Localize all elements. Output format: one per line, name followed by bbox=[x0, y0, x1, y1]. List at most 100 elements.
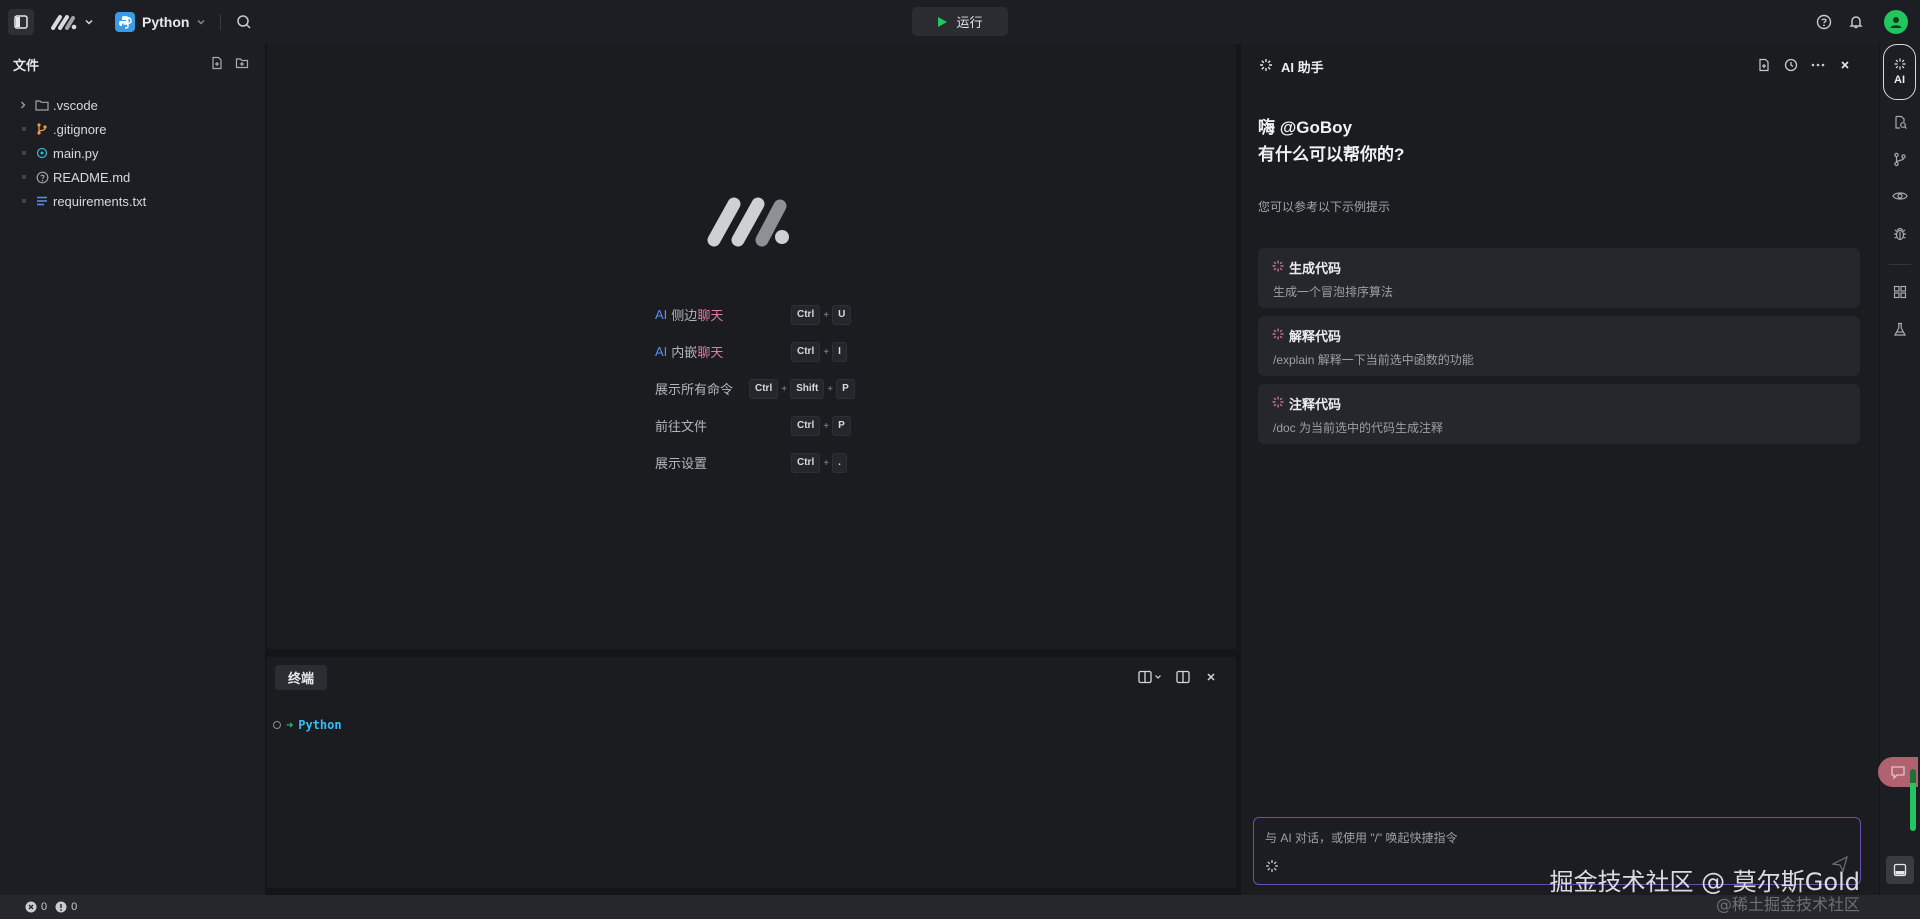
testing-tab[interactable] bbox=[1890, 319, 1910, 339]
problems-indicator[interactable]: 0 0 bbox=[25, 901, 77, 913]
file-tree-item[interactable]: main.py bbox=[0, 141, 265, 165]
error-icon bbox=[25, 901, 37, 913]
file-name: README.md bbox=[53, 169, 131, 185]
run-button[interactable]: 运行 bbox=[912, 7, 1008, 36]
feedback-icon bbox=[1890, 764, 1906, 780]
chevron-down-icon bbox=[84, 17, 94, 27]
progress-indicator bbox=[1910, 769, 1916, 831]
prompt-directory: Python bbox=[298, 718, 342, 732]
language-selector[interactable]: Python bbox=[115, 10, 207, 34]
file-search-tab[interactable] bbox=[1890, 112, 1910, 132]
bug-icon bbox=[1893, 226, 1907, 241]
debug-tab[interactable] bbox=[1890, 223, 1910, 243]
top-bar: Python 运行 bbox=[0, 0, 1920, 44]
app-menu-button[interactable] bbox=[46, 10, 98, 34]
split-layout-icon bbox=[1138, 670, 1152, 684]
sparkle-icon bbox=[1272, 260, 1284, 272]
shortcut-keys: Ctrl +. bbox=[791, 453, 847, 473]
ellipsis-icon bbox=[1811, 63, 1825, 67]
git-branch-icon bbox=[1893, 152, 1907, 167]
info-icon bbox=[34, 169, 50, 185]
play-icon bbox=[937, 16, 948, 28]
shortcut-keys: Ctrl + I bbox=[791, 342, 847, 362]
run-label: 运行 bbox=[956, 15, 983, 30]
prompt-card-generate-code[interactable]: 生成代码 生成一个冒泡排序算法 bbox=[1258, 248, 1860, 308]
grid-icon bbox=[1893, 285, 1907, 299]
notifications-button[interactable] bbox=[1845, 11, 1867, 33]
git-icon bbox=[34, 121, 50, 137]
chevron-right-icon bbox=[0, 100, 34, 110]
ai-panel-title: AI 助手 bbox=[1281, 60, 1324, 75]
prompt-hint: 您可以参考以下示例提示 bbox=[1258, 200, 1391, 214]
eye-icon bbox=[1892, 190, 1908, 202]
ai-command-sparkle-icon[interactable] bbox=[1265, 859, 1279, 873]
new-chat-icon bbox=[1757, 58, 1771, 72]
text-lines-icon bbox=[34, 193, 50, 209]
file-tree-item[interactable]: .vscode bbox=[0, 93, 265, 117]
warning-icon bbox=[55, 901, 67, 913]
sidebar-toggle-icon bbox=[14, 15, 28, 29]
chat-input-placeholder: 与 AI 对话，或使用 "/" 唤起快捷指令 bbox=[1265, 831, 1458, 845]
preview-tab[interactable] bbox=[1890, 186, 1910, 206]
language-label: Python bbox=[142, 14, 190, 30]
help-button[interactable] bbox=[1813, 11, 1835, 33]
close-terminal-button[interactable] bbox=[1201, 667, 1221, 687]
new-file-icon bbox=[210, 56, 224, 70]
sparkle-icon bbox=[1272, 328, 1284, 340]
terminal-prompt[interactable]: ➜ Python bbox=[273, 718, 342, 732]
editor-welcome: AI 侧边 聊天 Ctrl + U AI 内嵌 聊天 Ctrl + I 展示所有命令 C… bbox=[267, 44, 1236, 649]
activity-bar: AI bbox=[1878, 44, 1920, 895]
new-file-button[interactable] bbox=[207, 53, 227, 73]
explorer-title: 文件 bbox=[13, 58, 40, 73]
chevron-down-icon bbox=[1154, 673, 1162, 681]
arrow-right-icon: ➜ bbox=[286, 718, 294, 732]
activity-divider bbox=[1889, 264, 1911, 265]
prompt-card-explain-code[interactable]: 解释代码 /explain 解释一下当前选中函数的功能 bbox=[1258, 316, 1860, 376]
layout-toggle-button[interactable] bbox=[1886, 856, 1914, 884]
toggle-sidebar-button[interactable] bbox=[8, 9, 34, 35]
prompt-card-comment-code[interactable]: 注释代码 /doc 为当前选中的代码生成注释 bbox=[1258, 384, 1860, 444]
greeting-line-2: 有什么可以帮你的? bbox=[1258, 145, 1405, 164]
split-terminal-dropdown[interactable] bbox=[1135, 667, 1165, 687]
search-button[interactable] bbox=[233, 11, 255, 33]
new-chat-button[interactable] bbox=[1754, 55, 1774, 75]
sparkle-icon bbox=[1272, 396, 1284, 408]
user-avatar[interactable] bbox=[1884, 10, 1908, 34]
marscode-watermark-logo-icon bbox=[706, 192, 796, 248]
flask-icon bbox=[1893, 322, 1907, 337]
watermark-subtext: @稀土掘金技术社区 bbox=[1715, 895, 1860, 914]
folder-icon bbox=[34, 97, 50, 113]
more-options-button[interactable] bbox=[1808, 55, 1828, 75]
chevron-down-icon bbox=[196, 17, 206, 27]
file-name: requirements.txt bbox=[53, 193, 147, 209]
ai-sparkle-icon bbox=[1259, 58, 1273, 72]
new-folder-button[interactable] bbox=[232, 53, 252, 73]
file-name: .gitignore bbox=[53, 121, 107, 137]
file-name: main.py bbox=[53, 145, 99, 161]
source-control-tab[interactable] bbox=[1890, 149, 1910, 169]
terminal-panel: 终端 ➜ Python bbox=[267, 657, 1236, 888]
tab-terminal[interactable]: 终端 bbox=[275, 665, 328, 690]
panel-layout-icon bbox=[1893, 863, 1907, 877]
python-icon bbox=[115, 12, 135, 32]
ai-assistant-panel: AI 助手 嗨 @GoBoy 有什么可以帮你的? 您可以参考以下示例提示 生成代… bbox=[1241, 44, 1879, 895]
greeting-line-1: 嗨 @GoBoy bbox=[1258, 118, 1353, 137]
help-circle-icon bbox=[1816, 14, 1832, 30]
file-tree-item[interactable]: README.md bbox=[0, 165, 265, 189]
history-icon bbox=[1784, 58, 1798, 72]
ai-tab-label: AI bbox=[1894, 74, 1905, 86]
user-icon bbox=[1888, 14, 1904, 30]
toolbar-divider bbox=[220, 14, 221, 30]
ai-assistant-tab[interactable]: AI bbox=[1883, 44, 1916, 100]
extensions-tab[interactable] bbox=[1890, 282, 1910, 302]
prompt-status-icon bbox=[273, 721, 281, 729]
split-panel-button[interactable] bbox=[1173, 667, 1193, 687]
file-tree-item[interactable]: requirements.txt bbox=[0, 189, 265, 213]
file-explorer: 文件 .vscode .gitignore main.py README.md … bbox=[0, 44, 265, 895]
file-tree-item[interactable]: .gitignore bbox=[0, 117, 265, 141]
search-icon bbox=[236, 14, 252, 30]
close-icon bbox=[1206, 672, 1216, 682]
history-button[interactable] bbox=[1781, 55, 1801, 75]
shortcut-keys: Ctrl + P bbox=[791, 416, 851, 436]
close-ai-panel-button[interactable] bbox=[1835, 55, 1855, 75]
